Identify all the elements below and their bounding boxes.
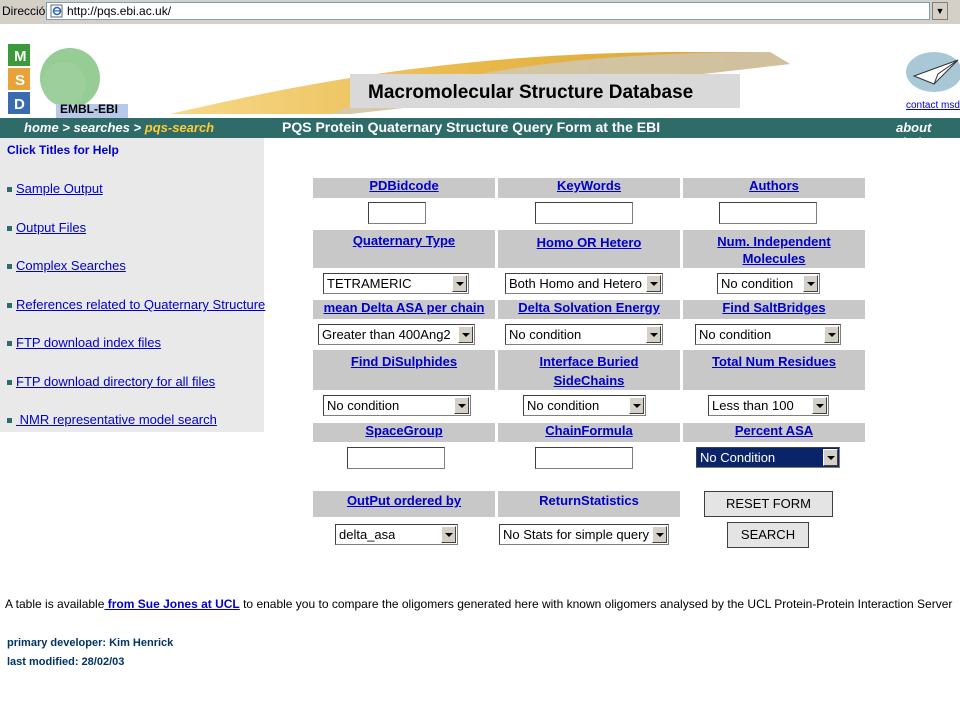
deltaasa-select[interactable]: Greater than 400Ang2 [318,324,475,345]
saltbridges-select[interactable]: No condition [695,324,841,345]
sidebar-item-ftp-index[interactable]: FTP download index files [7,335,161,350]
chainformula-input[interactable] [535,447,633,469]
saltbridges-header: Find SaltBridges [683,300,865,319]
pdbid-input[interactable] [368,202,426,224]
percentasa-select[interactable]: No Condition [696,447,840,468]
deltaasa-header: mean Delta ASA per chain [313,300,495,319]
banner: M S D EMBL-EBI Macromolecular Structure … [0,24,960,124]
breadcrumb-separator: > [133,120,142,135]
url-text: http://pqs.ebi.ac.uk/ [67,4,172,18]
sidebar-item-nmr[interactable]: NMR representative model search [7,412,217,427]
chevron-down-icon[interactable] [452,275,467,292]
bullet-icon [7,187,12,193]
stats-select[interactable]: No Stats for simple query [499,524,669,545]
sidebar: Click Titles for Help Sample Output Outp… [0,138,265,432]
sidebar-item-references[interactable]: References related to Quaternary Structu… [7,297,265,312]
chevron-down-icon[interactable] [441,526,456,543]
chevron-down-icon[interactable] [646,326,661,343]
bullet-icon [7,341,12,347]
disulphides-header: Find DiSulphides [313,350,495,390]
chevron-down-icon[interactable] [652,526,667,543]
keywords-header: KeyWords [498,178,680,198]
bullet-icon [7,303,12,309]
solvation-header: Delta Solvation Energy [498,300,680,319]
spacegroup-header: SpaceGroup [313,423,495,442]
logo-letter-m: M [14,48,27,65]
ucl-link[interactable]: from Sue Jones at UCL [104,597,240,611]
sidebar-item-complex-searches[interactable]: Complex Searches [7,258,126,273]
developer-text: primary developer: Kim Henrick [7,637,174,649]
quaternary-select[interactable]: TETRAMERIC [323,273,469,294]
totalres-select[interactable]: Less than 100 [708,395,829,416]
chevron-down-icon[interactable] [646,275,661,292]
chevron-down-icon[interactable] [458,326,473,343]
ie-page-icon [50,4,63,18]
disulphides-select[interactable]: No condition [323,395,471,416]
chevron-down-icon[interactable] [803,275,818,292]
authors-header: Authors [683,178,865,198]
chevron-down-icon[interactable] [812,397,827,414]
logo-letter-s: S [15,72,26,89]
chevron-down-icon[interactable] [823,449,838,466]
banner-title: Macromolecular Structure Database [368,82,694,103]
bullet-icon [7,418,12,424]
breadcrumb-searches[interactable]: searches [74,120,130,135]
nav-about-link[interactable]: about [896,120,931,135]
buried-select[interactable]: No condition [523,395,646,416]
contact-link[interactable]: contact msd [906,100,960,111]
address-dropdown-button[interactable]: ▼ [932,2,948,20]
logo-letter-d: D [14,96,25,113]
output-select[interactable]: delta_asa [335,524,458,545]
nav-help-link[interactable]: help [902,135,929,150]
url-input[interactable]: http://pqs.ebi.ac.uk/ [46,2,930,20]
nummol-select[interactable]: No condition [717,273,820,294]
solvation-select[interactable]: No condition [505,324,663,345]
bullet-icon [7,380,12,386]
sidebar-item-ftp-directory[interactable]: FTP download directory for all files [7,374,215,389]
quaternary-header: Quaternary Type [313,230,495,268]
breadcrumb-current[interactable]: pqs-search [145,120,214,135]
homohetero-select[interactable]: Both Homo and Hetero [505,273,663,294]
paper-plane-icon [906,52,960,92]
percentasa-header: Percent ASA [683,423,865,442]
sidebar-help-title[interactable]: Click Titles for Help [7,143,119,157]
bullet-icon [7,264,12,270]
breadcrumb: home > searches > pqs-search [24,120,214,135]
search-button[interactable]: SEARCH [727,522,809,548]
authors-input[interactable] [719,202,817,224]
bullet-icon [7,226,12,232]
pdbid-header: PDBidcode [313,178,495,198]
chevron-down-icon[interactable] [629,397,644,414]
embl-ebi-text: EMBL-EBI [60,102,118,116]
sidebar-item-sample-output[interactable]: Sample Output [7,181,103,196]
chevron-down-icon[interactable] [824,326,839,343]
buried-header: Interface Buried SideChains [498,350,680,390]
last-modified-text: last modified: 28/02/03 [7,656,125,668]
totalres-header: Total Num Residues [683,350,865,390]
breadcrumb-separator: > [62,120,70,135]
chainformula-header: ChainFormula [498,423,680,442]
output-header: OutPut ordered by [313,491,495,517]
address-label: Dirección [2,4,53,18]
reset-form-button[interactable]: RESET FORM [704,491,833,517]
chevron-down-icon[interactable] [454,397,469,414]
spacegroup-input[interactable] [347,447,445,469]
breadcrumb-home[interactable]: home [24,120,59,135]
nav-bar: home > searches > pqs-search PQS Protein… [0,118,960,150]
nummol-header: Num. Independent Molecules [683,230,865,268]
homohetero-header: Homo OR Hetero [498,230,680,268]
sidebar-item-output-files[interactable]: Output Files [7,220,86,235]
keywords-input[interactable] [535,202,633,224]
page-title: PQS Protein Quaternary Structure Query F… [282,119,661,135]
stats-header: ReturnStatistics [498,491,680,517]
address-bar: Dirección http://pqs.ebi.ac.uk/ ▼ [0,0,960,25]
ucl-note: A table is available from Sue Jones at U… [5,597,953,611]
nav-right-links: about help [896,120,960,150]
